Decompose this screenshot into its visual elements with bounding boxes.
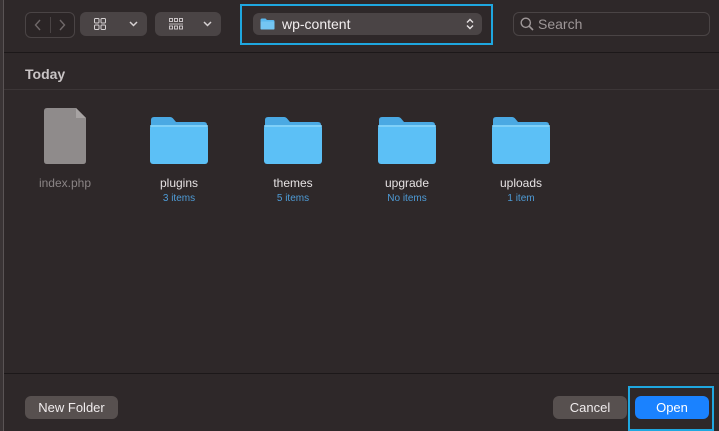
folder-icon [150, 117, 208, 164]
file-item[interactable]: upgrade No items [357, 100, 457, 204]
file-item[interactable]: uploads 1 item [471, 100, 571, 204]
file-item[interactable]: index.php [15, 100, 115, 190]
icon-view-button[interactable] [80, 12, 147, 36]
forward-button[interactable] [51, 13, 75, 37]
path-popup[interactable]: wp-content [253, 13, 482, 35]
folder-icon [492, 117, 550, 164]
group-grid-icon [169, 18, 183, 30]
navigation-buttons [25, 12, 75, 38]
cancel-button[interactable]: Cancel [553, 396, 627, 419]
folder-icon [378, 117, 436, 164]
toolbar-divider [4, 52, 719, 53]
document-icon [44, 108, 86, 164]
file-name: themes [273, 176, 313, 190]
path-label: wp-content [282, 16, 351, 32]
file-name: upgrade [384, 176, 430, 190]
updown-chevron-icon [466, 18, 474, 30]
back-button[interactable] [26, 13, 50, 37]
search-input[interactable] [538, 16, 698, 32]
file-item[interactable]: themes 5 items [243, 100, 343, 204]
file-item[interactable]: plugins 3 items [129, 100, 229, 204]
item-count: 1 item [507, 193, 535, 204]
file-name: index.php [38, 176, 92, 190]
folder-icon [260, 18, 275, 30]
window-edge-line [3, 0, 4, 431]
file-name: plugins [159, 176, 199, 190]
open-button[interactable]: Open [635, 396, 709, 419]
item-count: 5 items [276, 193, 310, 204]
grid-icon [94, 18, 106, 30]
section-divider [4, 89, 719, 90]
section-title: Today [25, 66, 66, 82]
search-icon [520, 17, 534, 31]
chevron-down-icon [129, 21, 138, 27]
footer-divider [4, 373, 719, 374]
item-count: No items [387, 193, 427, 204]
item-count: 3 items [162, 193, 196, 204]
file-name: uploads [499, 176, 543, 190]
new-folder-button[interactable]: New Folder [25, 396, 118, 419]
folder-icon [264, 117, 322, 164]
toolbar: wp-content [0, 0, 719, 52]
group-view-button[interactable] [155, 12, 221, 36]
search-field[interactable] [513, 12, 710, 36]
chevron-right-icon [59, 19, 66, 31]
chevron-left-icon [34, 19, 41, 31]
chevron-down-icon [203, 21, 212, 27]
